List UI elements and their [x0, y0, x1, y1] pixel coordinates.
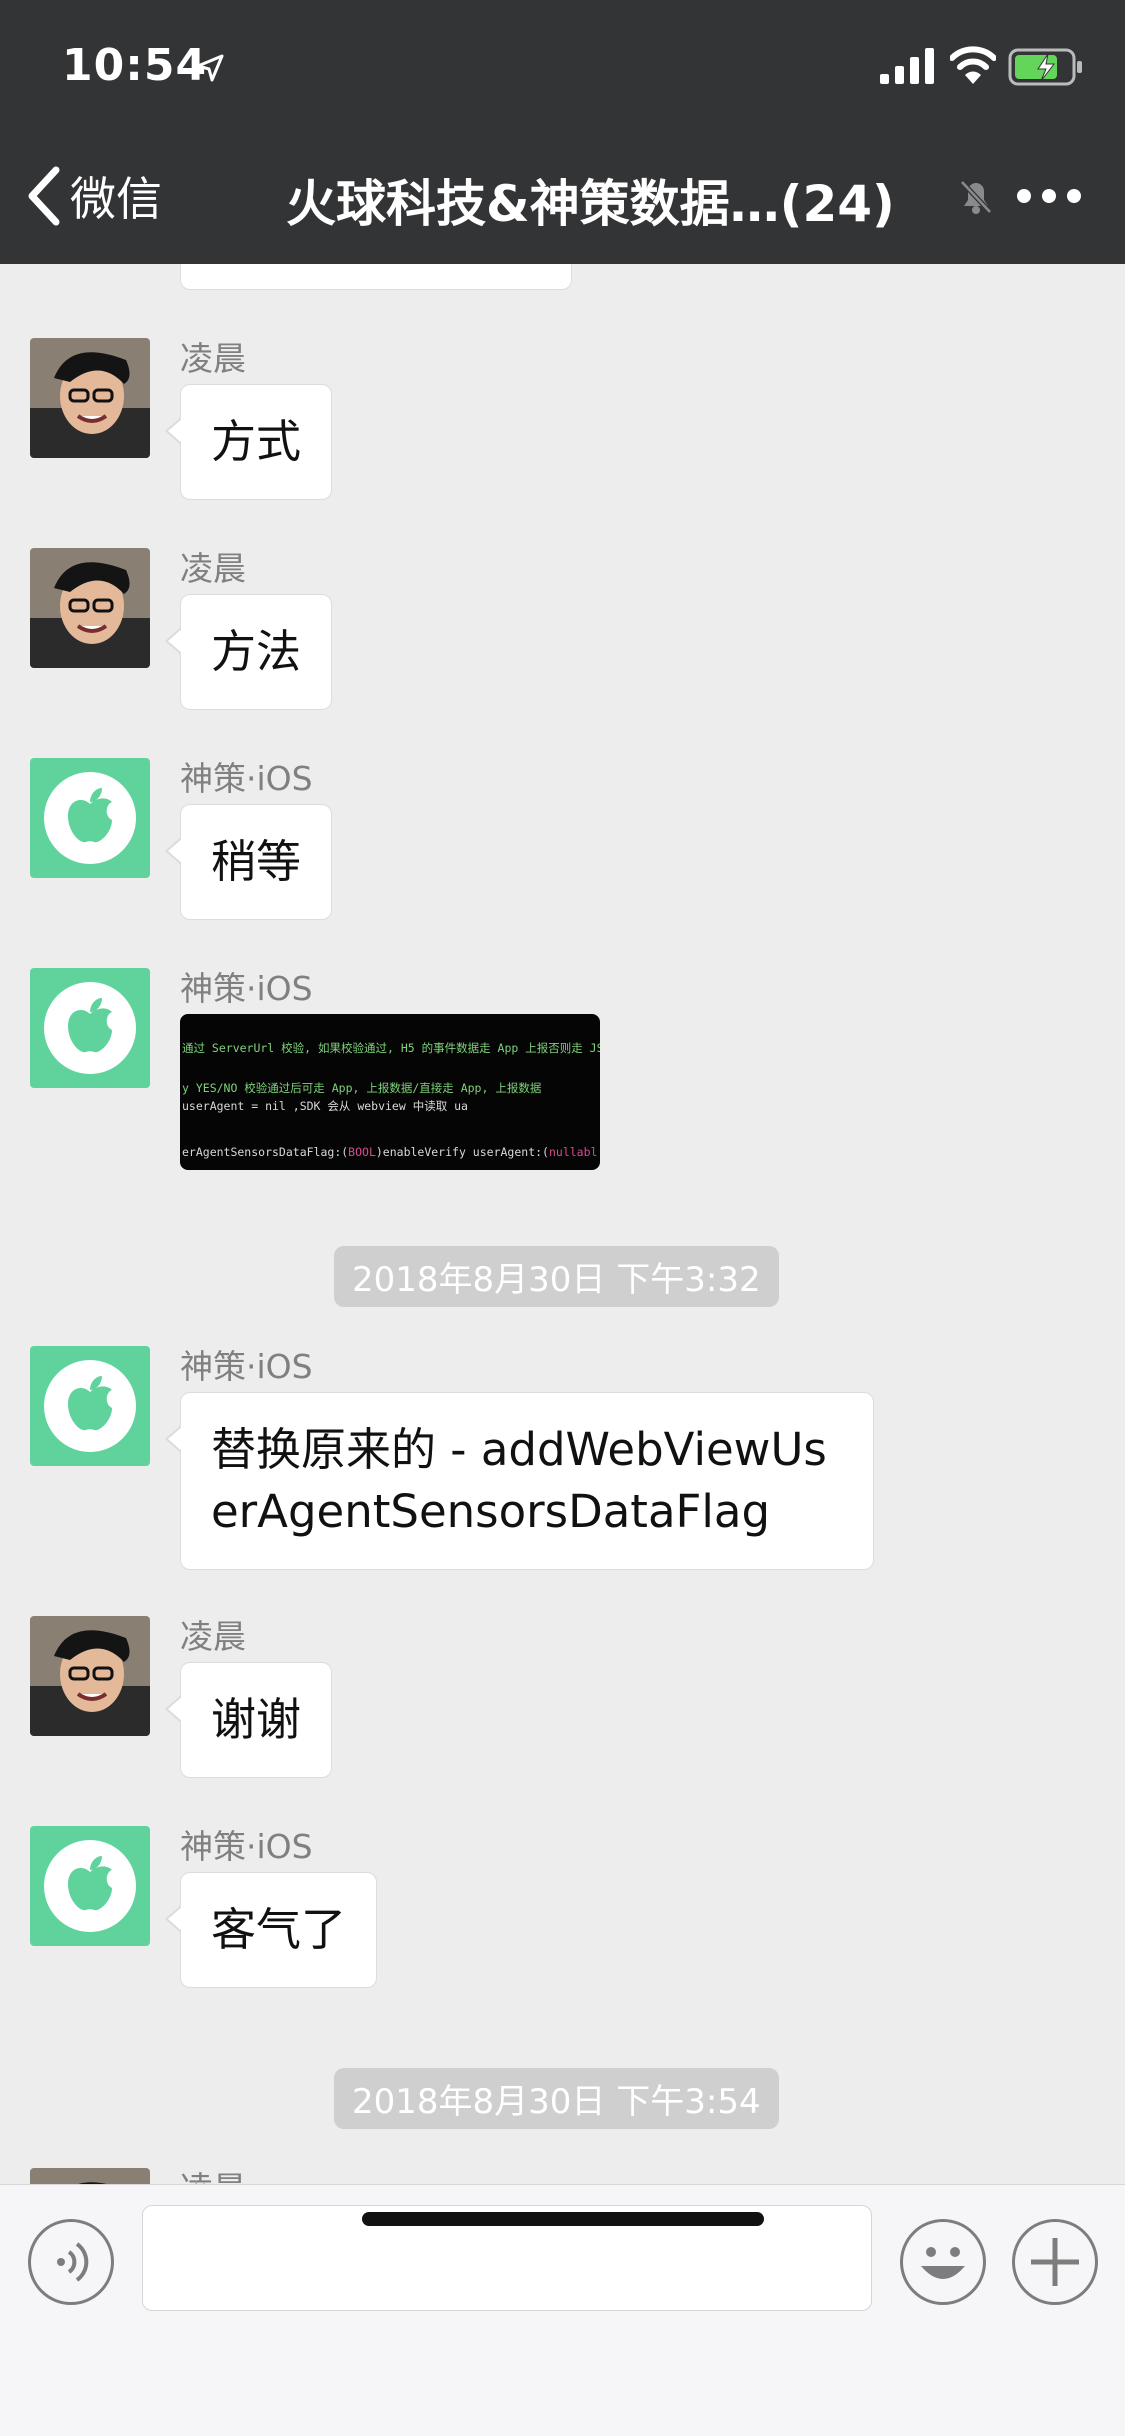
header: 10:54 微信 火球科技&神策数据…(24): [0, 0, 1125, 264]
code-line: userAgent = nil ,SDK 会从 webview 中读取 ua: [182, 1099, 468, 1113]
voice-icon: [57, 2242, 89, 2282]
back-label: 微信: [70, 172, 162, 226]
apple-avatar[interactable]: [30, 968, 150, 1088]
code-fragment: erAgentSensorsDataFlag:(: [182, 1145, 349, 1159]
sender-name: 神策·iOS: [180, 969, 313, 1008]
wifi-icon: [950, 46, 996, 84]
timestamp: 2018年8月30日 下午3:32: [334, 1246, 779, 1307]
message-bubble[interactable]: 谢谢: [164, 1662, 333, 1778]
chat-area[interactable]: 凌晨 方式 凌晨 方法 神策·iOS 稍等 神策·iOS 通过 ServerUr…: [0, 264, 1125, 2184]
mute-bell-icon: [960, 180, 992, 214]
message-bubble[interactable]: 稍等: [164, 804, 333, 920]
battery-icon: [1008, 48, 1082, 86]
sender-name: 凌晨: [180, 339, 246, 378]
avatar[interactable]: [30, 2168, 150, 2184]
message-bubble[interactable]: 方式: [164, 384, 333, 500]
code-fragment: )enableVerify userAgent:(: [375, 1145, 549, 1159]
emoji-button[interactable]: [900, 2219, 986, 2305]
message-bubble[interactable]: 替换原来的 - addWebViewUserAgentSensorsDataFl…: [165, 1392, 874, 1570]
partial-message-bubble: [180, 264, 572, 290]
avatar[interactable]: [30, 338, 150, 458]
code-fragment: BOOL: [348, 1145, 376, 1159]
code-line: 通过 ServerUrl 校验, 如果校验通过, H5 的事件数据走 App 上…: [182, 1041, 600, 1055]
code-screenshot-image[interactable]: 通过 ServerUrl 校验, 如果校验通过, H5 的事件数据走 App 上…: [180, 1014, 600, 1170]
more-actions-button[interactable]: [1012, 2219, 1098, 2305]
smiley-icon: [921, 2247, 965, 2279]
location-arrow-icon: [196, 54, 224, 82]
code-line-mixed: erAgentSensorsDataFlag:(BOOL)enableVerif…: [182, 1144, 597, 1160]
apple-avatar[interactable]: [30, 1346, 150, 1466]
avatar[interactable]: [30, 1616, 150, 1736]
status-time: 10:54: [62, 40, 208, 91]
sender-name: 凌晨: [180, 1617, 246, 1656]
sender-name: 凌晨: [180, 2162, 246, 2184]
voice-input-button[interactable]: [28, 2219, 114, 2305]
timestamp: 2018年8月30日 下午3:54: [334, 2068, 779, 2129]
avatar[interactable]: [30, 548, 150, 668]
message-bubble[interactable]: 方法: [164, 594, 333, 710]
signal-icon: [880, 48, 934, 84]
back-button[interactable]: 微信: [26, 164, 162, 228]
home-indicator[interactable]: [362, 2212, 764, 2226]
chat-title: 火球科技&神策数据…(24): [286, 175, 895, 233]
status-bar: 10:54: [0, 0, 1125, 130]
message-bubble[interactable]: 客气了: [164, 1872, 378, 1988]
code-fragment: nullabl: [548, 1145, 598, 1159]
chevron-left-icon: [28, 166, 60, 226]
apple-avatar[interactable]: [30, 758, 150, 878]
sender-name: 神策·iOS: [180, 759, 313, 798]
code-line: y YES/NO 校验通过后可走 App, 上报数据/直接走 App, 上报数据: [182, 1081, 542, 1095]
apple-avatar[interactable]: [30, 1826, 150, 1946]
sender-name: 神策·iOS: [180, 1827, 313, 1866]
more-options-icon[interactable]: [1014, 174, 1084, 218]
plus-icon: [1031, 2238, 1079, 2286]
sender-name: 神策·iOS: [180, 1347, 313, 1386]
nav-bar: 微信 火球科技&神策数据…(24): [0, 130, 1125, 264]
sender-name: 凌晨: [180, 549, 246, 588]
